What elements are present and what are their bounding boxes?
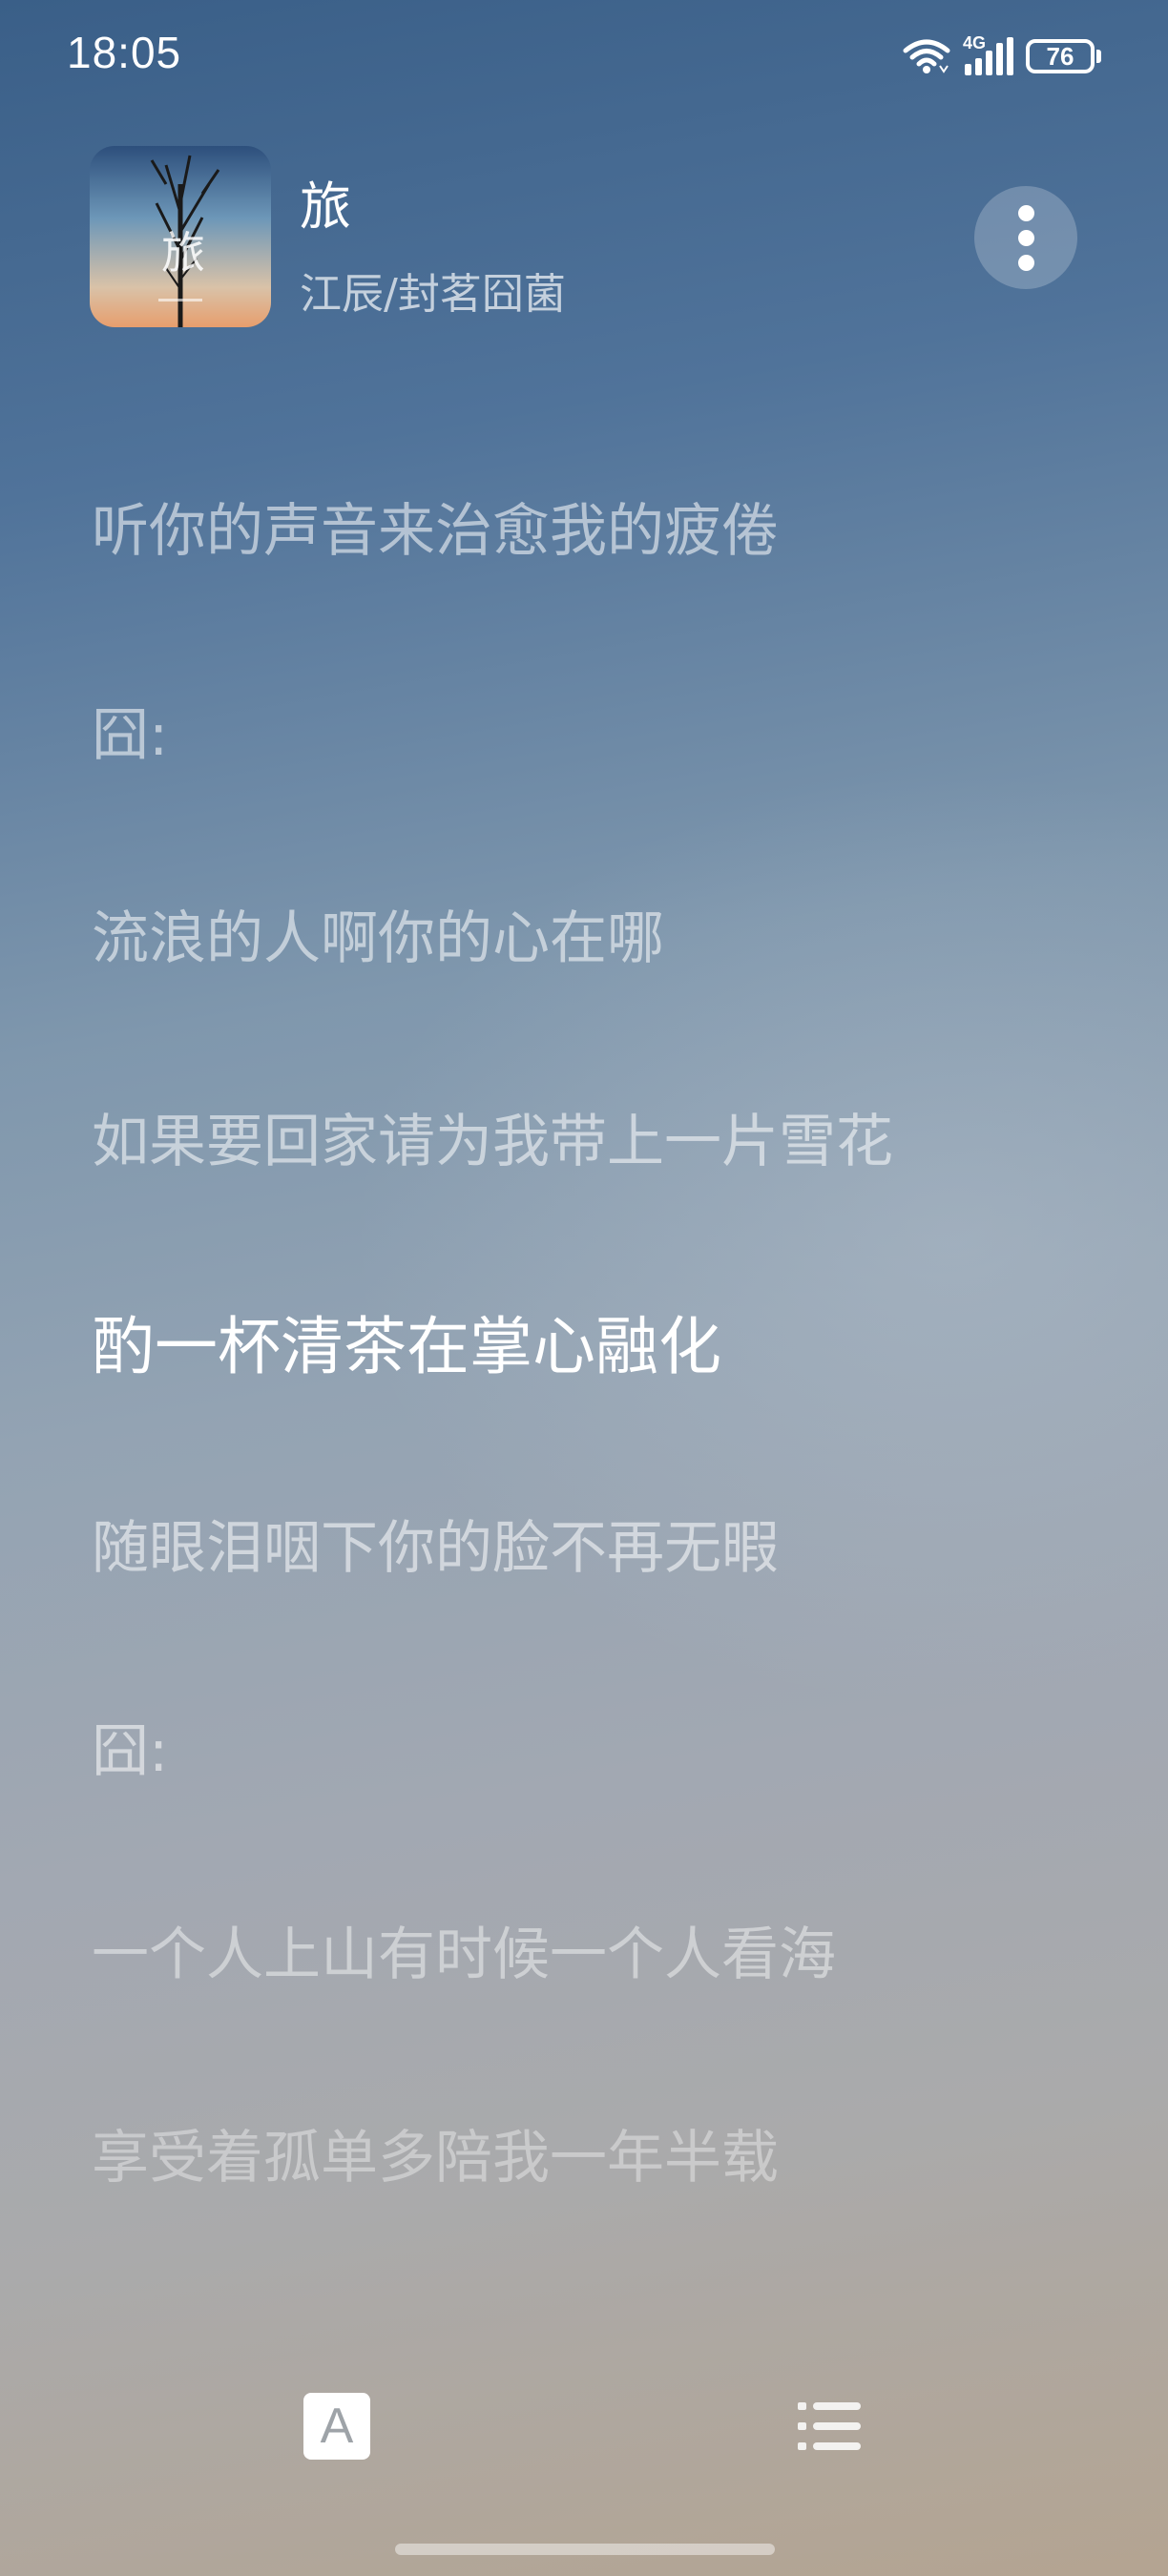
battery-level: 76	[1026, 39, 1095, 73]
song-title: 旅	[300, 177, 351, 237]
more-vertical-icon-dot	[1017, 229, 1034, 246]
album-art-tree-image: 旅	[150, 155, 220, 327]
wifi-icon	[903, 39, 950, 73]
song-artist[interactable]: 江辰/封茗囧菌	[300, 260, 566, 321]
playlist-button[interactable]	[798, 2397, 861, 2456]
more-vertical-icon-dot	[1017, 254, 1034, 271]
home-indicator[interactable]	[395, 2544, 775, 2555]
lyric-line[interactable]: 随眼泪咽下你的脸不再无暇	[92, 1520, 779, 1577]
lyric-line[interactable]: 囧:	[92, 1723, 168, 1780]
lyric-line[interactable]: 囧:	[92, 707, 168, 764]
album-art[interactable]: 旅	[90, 146, 271, 327]
status-bar: 18:05 4G 76	[0, 0, 1168, 114]
lyric-line[interactable]: 听你的声音来治愈我的疲倦	[92, 503, 779, 560]
album-art-title: 旅	[161, 227, 205, 279]
status-time: 18:05	[67, 28, 182, 77]
playlist-icon	[798, 2402, 861, 2450]
lyric-line-current[interactable]: 酌一杯清茶在掌心融化	[92, 1316, 721, 1379]
signal-icon: 4G	[963, 33, 1014, 77]
more-vertical-icon-dot	[1017, 204, 1034, 221]
lyric-line[interactable]: 一个人上山有时候一个人看海	[92, 1926, 836, 1984]
battery-icon: 76	[1026, 39, 1101, 73]
lyric-line[interactable]: 享受着孤单多陪我一年半载	[92, 2129, 779, 2187]
lyric-line[interactable]: 流浪的人啊你的心在哪	[92, 910, 664, 967]
font-size-button[interactable]: A	[303, 2393, 370, 2460]
font-size-icon: A	[320, 2399, 354, 2454]
lyric-line[interactable]: 如果要回家请为我带上一片雪花	[92, 1113, 893, 1171]
more-options-button[interactable]	[974, 186, 1077, 289]
status-icons: 4G 76	[902, 32, 1101, 80]
